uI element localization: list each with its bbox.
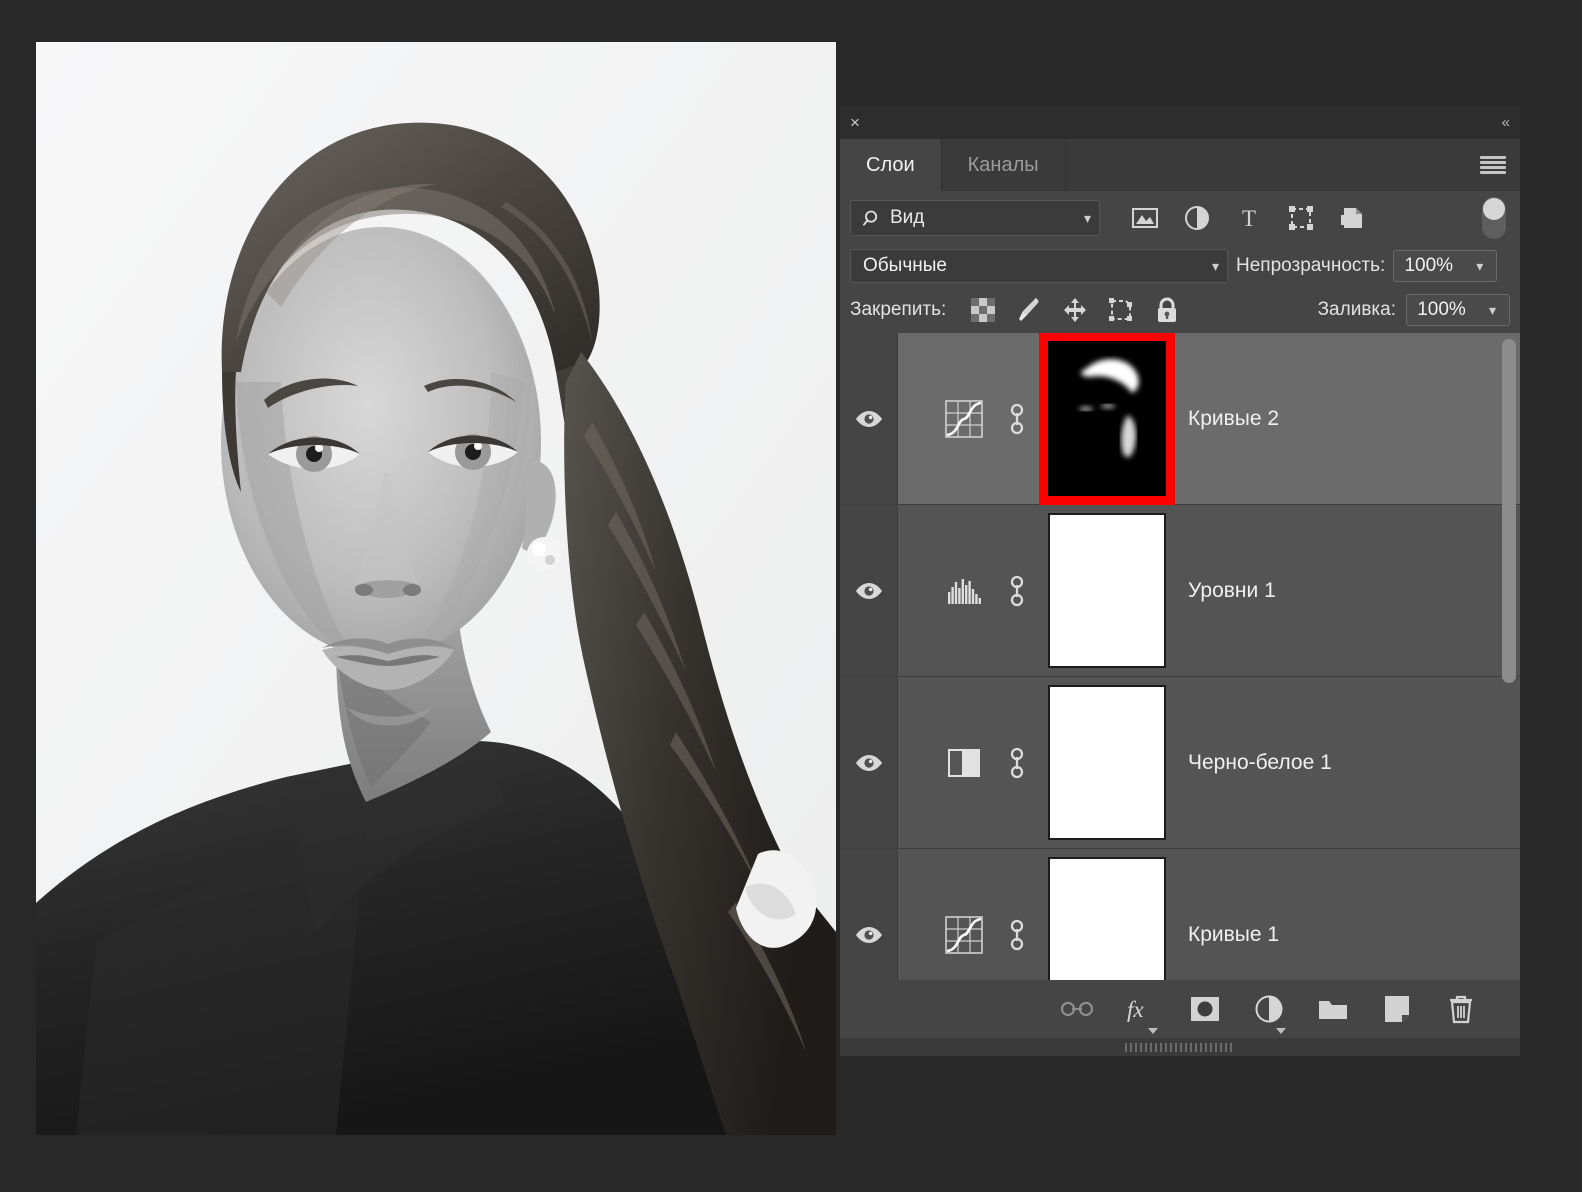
layer-visibility-toggle[interactable]	[840, 677, 898, 848]
blend-row: Обычные ▾ Непрозрачность: 100% ▾	[840, 245, 1520, 287]
layers-bottom-toolbar: fx	[840, 980, 1520, 1038]
grip-lines-icon	[1125, 1043, 1235, 1052]
curves-adjustment-icon	[942, 400, 986, 438]
layer-content: Кривые 1	[898, 849, 1520, 980]
layer-row[interactable]: Черно-белое 1	[840, 677, 1520, 849]
opacity-control: 100% ▾	[1393, 250, 1497, 282]
filter-icons: T	[1130, 203, 1368, 233]
adjustment-caret-icon	[1276, 1028, 1286, 1034]
tab-layers[interactable]: Слои	[840, 139, 942, 191]
eye-icon	[855, 410, 883, 428]
black-white-adjustment-icon	[942, 746, 986, 780]
opacity-input[interactable]: 100%	[1393, 250, 1463, 282]
new-adjustment-layer-icon[interactable]	[1252, 992, 1286, 1026]
lock-label: Закрепить:	[850, 299, 946, 321]
layer-name: Кривые 2	[1188, 407, 1279, 431]
blend-mode-select[interactable]: Обычные ▾	[850, 249, 1228, 283]
portrait-photo-image	[36, 42, 836, 1135]
link-mask-icon[interactable]	[986, 918, 1048, 952]
lock-all-icon[interactable]	[1152, 295, 1182, 325]
fill-label: Заливка:	[1318, 299, 1396, 321]
layer-mask-thumbnail[interactable]	[1048, 513, 1166, 668]
layer-style-fx-icon[interactable]: fx	[1124, 992, 1158, 1026]
svg-text:T: T	[1242, 206, 1256, 230]
lock-artboard-icon[interactable]	[1106, 295, 1136, 325]
tab-channels[interactable]: Каналы	[942, 139, 1066, 191]
chevron-down-icon: ▾	[1212, 258, 1219, 275]
blend-mode-value: Обычные	[863, 255, 1212, 277]
filter-row: Вид ▾ T	[840, 191, 1520, 245]
mask-content	[1050, 343, 1164, 494]
layers-scrollbar[interactable]	[1502, 339, 1516, 683]
svg-text:fx: fx	[1127, 997, 1144, 1022]
link-mask-icon[interactable]	[986, 574, 1048, 608]
eye-icon	[855, 754, 883, 772]
lock-position-icon[interactable]	[1060, 295, 1090, 325]
chevron-down-icon: ▾	[1084, 210, 1091, 227]
adjustment-filter-icon[interactable]	[1182, 203, 1212, 233]
tab-layers-label: Слои	[866, 154, 915, 177]
search-icon	[863, 209, 882, 228]
filter-type-value: Вид	[890, 207, 1084, 229]
layer-row[interactable]: Кривые 1	[840, 849, 1520, 980]
fill-chevron-down-icon[interactable]: ▾	[1476, 294, 1510, 326]
layer-name: Черно-белое 1	[1188, 751, 1332, 775]
levels-adjustment-icon	[942, 576, 986, 606]
layer-mask-thumbnail[interactable]	[1048, 857, 1166, 980]
image-filter-icon[interactable]	[1130, 203, 1160, 233]
panel-topbar: × «	[840, 106, 1520, 139]
layers-panel: × « Слои Каналы Вид ▾	[840, 106, 1520, 1056]
layer-visibility-toggle[interactable]	[840, 505, 898, 676]
layer-content: Черно-белое 1	[898, 677, 1520, 848]
add-mask-icon[interactable]	[1188, 992, 1222, 1026]
layer-mask-thumbnail[interactable]	[1048, 685, 1166, 840]
panel-resize-grip[interactable]	[840, 1038, 1520, 1056]
panel-tabs: Слои Каналы	[840, 139, 1520, 191]
layer-row[interactable]: Кривые 2	[840, 333, 1520, 505]
fill-control: 100% ▾	[1406, 294, 1510, 326]
layer-content: Кривые 2	[898, 333, 1520, 504]
lock-paint-icon[interactable]	[1014, 295, 1044, 325]
close-icon[interactable]: ×	[850, 114, 860, 131]
portrait-photo	[36, 42, 836, 1135]
fill-input[interactable]: 100%	[1406, 294, 1476, 326]
layer-content: Уровни 1	[898, 505, 1520, 676]
layer-mask-thumbnail[interactable]	[1048, 341, 1166, 496]
smart-object-filter-icon[interactable]	[1338, 203, 1368, 233]
filter-enable-toggle[interactable]	[1482, 197, 1506, 239]
lock-transparency-icon[interactable]	[968, 295, 998, 325]
type-filter-icon[interactable]: T	[1234, 203, 1264, 233]
shape-filter-icon[interactable]	[1286, 203, 1316, 233]
new-group-icon[interactable]	[1316, 992, 1350, 1026]
new-layer-icon[interactable]	[1380, 992, 1414, 1026]
layer-name: Кривые 1	[1188, 923, 1279, 947]
delete-layer-icon[interactable]	[1444, 992, 1478, 1026]
panel-menu-icon[interactable]	[1480, 156, 1506, 174]
tabs-empty-space	[1066, 139, 1520, 191]
layer-name: Уровни 1	[1188, 579, 1276, 603]
tab-channels-label: Каналы	[968, 154, 1039, 177]
eye-icon	[855, 582, 883, 600]
layer-visibility-toggle[interactable]	[840, 333, 898, 504]
eye-icon	[855, 926, 883, 944]
layer-row[interactable]: Уровни 1	[840, 505, 1520, 677]
layers-list[interactable]: Кривые 2	[840, 333, 1520, 980]
opacity-label: Непрозрачность:	[1236, 255, 1385, 277]
opacity-chevron-down-icon[interactable]: ▾	[1463, 250, 1497, 282]
link-layers-icon[interactable]	[1060, 992, 1094, 1026]
link-mask-icon[interactable]	[986, 746, 1048, 780]
fx-caret-icon	[1148, 1028, 1158, 1034]
lock-row: Закрепить:	[840, 287, 1520, 333]
collapse-panel-icon[interactable]: «	[1502, 114, 1508, 131]
layer-visibility-toggle[interactable]	[840, 849, 898, 980]
curves-adjustment-icon	[942, 916, 986, 954]
link-mask-icon[interactable]	[986, 402, 1048, 436]
filter-type-select[interactable]: Вид ▾	[850, 200, 1100, 236]
lock-icons	[968, 295, 1182, 325]
